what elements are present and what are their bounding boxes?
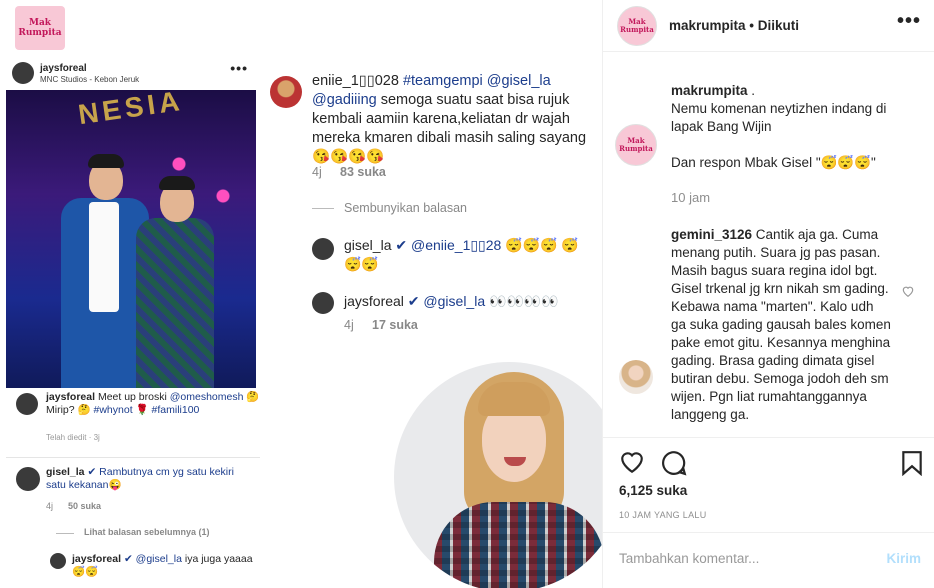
heart-icon[interactable] bbox=[619, 450, 645, 474]
person-figure bbox=[136, 170, 214, 388]
more-icon: ••• bbox=[230, 60, 248, 76]
screenshot-comment: gisel_la ✔ Rambutnya cm yg satu kekiri s… bbox=[46, 466, 234, 491]
person-photo bbox=[394, 362, 602, 588]
caption-user: jaysforeal bbox=[46, 391, 96, 403]
hide-replies: Sembunyikan balasan bbox=[344, 201, 467, 215]
screenshot-reply: gisel_la ✔ @eniie_1▯▯28 😴😴😴 😴😴😴 bbox=[344, 237, 579, 272]
post-panel: Mak Rumpita makrumpita • Diikuti ••• Mak… bbox=[602, 0, 934, 588]
avatar bbox=[16, 467, 40, 491]
add-comment-bar: Kirim bbox=[603, 532, 934, 588]
comment: gemini_3126 Cantik aja ga. Cuma menang p… bbox=[671, 227, 891, 422]
screenshot-photo: NESIA bbox=[6, 90, 256, 388]
avatar bbox=[312, 292, 334, 314]
screenshot-reply: jaysforeal ✔ @gisel_la 👀👀👀👀 bbox=[344, 293, 559, 309]
avatar bbox=[312, 238, 334, 260]
screenshot-username: jaysforeal bbox=[40, 63, 87, 74]
avatar[interactable]: Mak Rumpita bbox=[615, 124, 657, 166]
header-username[interactable]: makrumpita bbox=[669, 18, 746, 33]
caption-time: 10 jam bbox=[671, 190, 711, 205]
action-bar bbox=[603, 437, 934, 479]
more-options-icon[interactable]: ••• bbox=[897, 10, 921, 33]
screenshot-location: MNC Studios - Kebon Jeruk bbox=[40, 75, 140, 84]
caption: makrumpita . Nemu komenan neytizhen inda… bbox=[671, 83, 887, 170]
comment-username[interactable]: gemini_3126 bbox=[671, 227, 752, 242]
brand-logo: Mak Rumpita bbox=[15, 6, 65, 50]
divider bbox=[6, 457, 260, 458]
avatar bbox=[50, 553, 66, 569]
avatar bbox=[12, 62, 34, 84]
comment-icon[interactable] bbox=[661, 450, 687, 476]
avatar bbox=[16, 393, 38, 415]
comments-list[interactable]: Mak Rumpita makrumpita . Nemu komenan ne… bbox=[603, 52, 934, 437]
bookmark-icon[interactable] bbox=[901, 450, 923, 476]
likes-count[interactable]: 6,125 suka bbox=[619, 483, 687, 498]
post-comment-button[interactable]: Kirim bbox=[886, 551, 921, 566]
panel-header: Mak Rumpita makrumpita • Diikuti ••• bbox=[603, 0, 934, 52]
comment-input[interactable] bbox=[619, 551, 869, 566]
screenshot-reply: jaysforeal ✔ @gisel_la iya juga yaaaa 😴😴 bbox=[72, 553, 253, 578]
screenshot-post-header: jaysforeal MNC Studios - Kebon Jeruk ••• bbox=[12, 60, 258, 88]
caption-username[interactable]: makrumpita bbox=[671, 83, 748, 98]
avatar bbox=[270, 76, 302, 108]
avatar[interactable]: Mak Rumpita bbox=[617, 6, 657, 46]
like-comment-icon[interactable] bbox=[901, 284, 915, 298]
screenshot-main-comment: eniie_1▯▯028 #teamgempi @gisel_la @gadii… bbox=[312, 73, 587, 165]
view-previous-replies: Lihat balasan sebelumnya (1) bbox=[84, 527, 210, 537]
header-username-row: makrumpita • Diikuti bbox=[669, 18, 800, 33]
post-image[interactable]: Mak Rumpita jaysforeal MNC Studios - Keb… bbox=[0, 0, 602, 588]
avatar[interactable] bbox=[619, 360, 653, 394]
following-button[interactable]: Diikuti bbox=[758, 18, 799, 33]
posted-time: 10 JAM YANG LALU bbox=[619, 510, 707, 520]
